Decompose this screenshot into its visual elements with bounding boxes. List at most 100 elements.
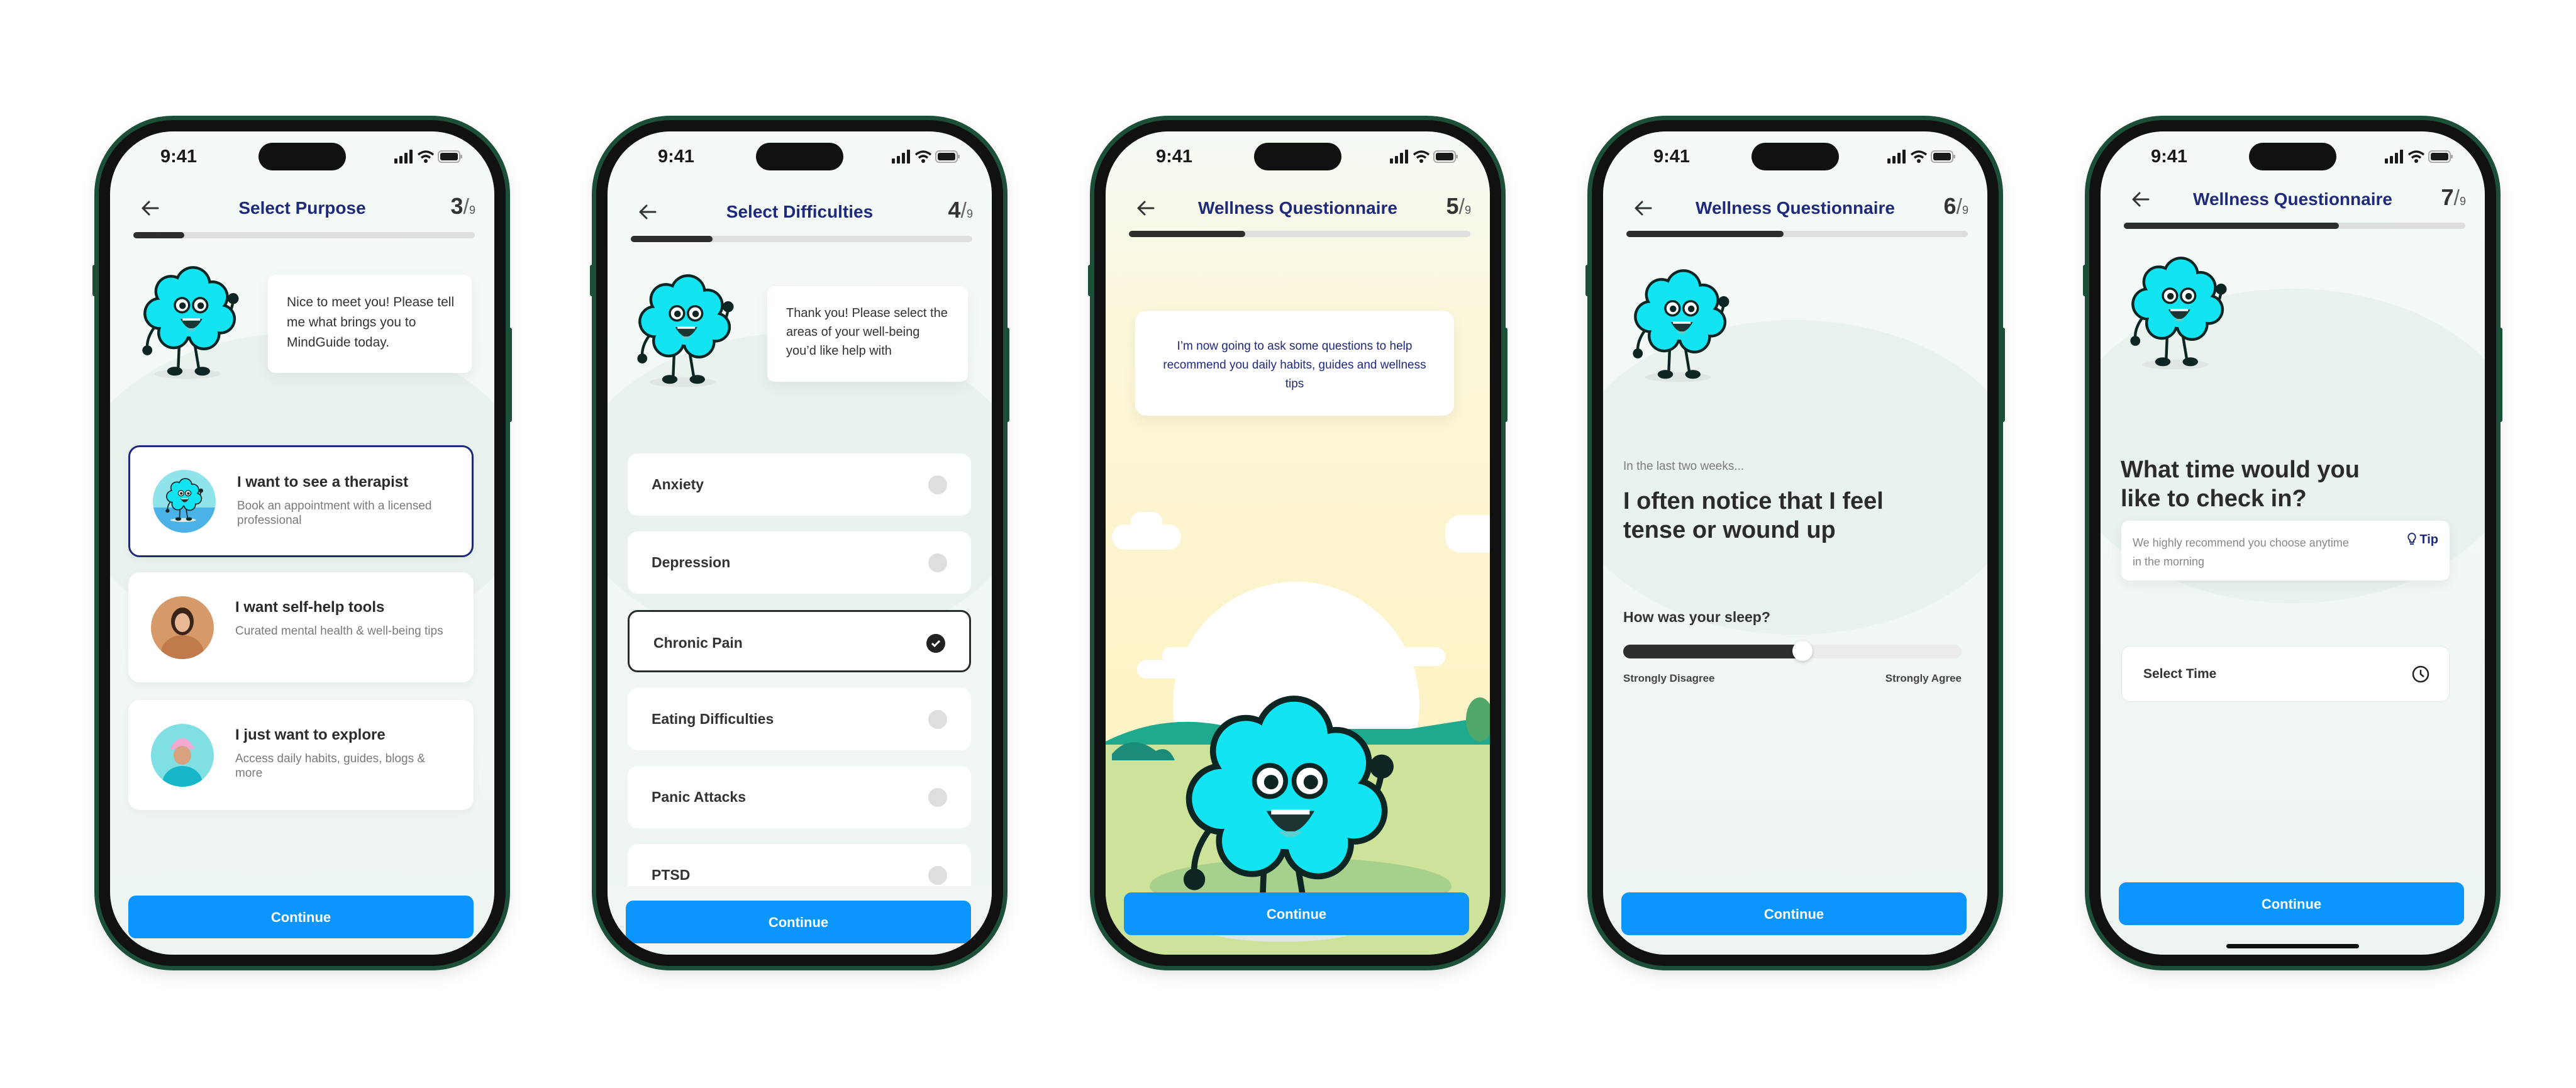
item-label: Eating Difficulties xyxy=(652,711,774,727)
side-button xyxy=(1504,328,1507,422)
step-total: 9 xyxy=(1962,204,1968,216)
option-card-therapist[interactable]: I want to see a therapist Book an appoin… xyxy=(128,445,474,557)
page-title: Wellness Questionnaire xyxy=(2193,189,2392,209)
step-current: 6 xyxy=(1943,193,1957,219)
progress-bar xyxy=(133,232,475,238)
checkmark-icon[interactable] xyxy=(926,634,945,653)
step-counter: 6/9 xyxy=(1943,193,1969,219)
page-title: Wellness Questionnaire xyxy=(1696,198,1895,218)
radio-icon[interactable] xyxy=(928,710,947,729)
progress-bar xyxy=(2124,223,2465,229)
header: Select Purpose 3/9 xyxy=(110,193,494,222)
dynamic-island xyxy=(756,143,843,170)
question-text: What time would you like to check in? xyxy=(2121,457,2360,512)
agreement-slider[interactable] xyxy=(1623,641,1962,661)
phone-wellness-question-7: 9:41 Wellness Questionnaire 7/9 What tim… xyxy=(2083,120,2502,966)
side-button xyxy=(1088,265,1092,296)
status-icons xyxy=(1887,149,1957,164)
slider-label: How was your sleep? xyxy=(1623,609,1770,625)
page-title: Wellness Questionnaire xyxy=(1198,198,1397,218)
difficulty-item[interactable]: Chronic Pain xyxy=(628,610,971,672)
dynamic-island xyxy=(1752,143,1839,170)
item-label: Panic Attacks xyxy=(652,789,746,805)
question-text: I often notice that I feel tense or woun… xyxy=(1623,488,1884,543)
step-counter: 4/9 xyxy=(948,197,974,223)
slider-thumb[interactable] xyxy=(1792,641,1813,661)
progress-bar xyxy=(1129,231,1470,237)
step-counter: 5/9 xyxy=(1446,193,1472,219)
continue-button[interactable]: Continue xyxy=(626,901,971,943)
side-button xyxy=(2499,328,2502,422)
speech-bubble: Thank you! Please select the areas of yo… xyxy=(767,286,968,382)
status-time: 9:41 xyxy=(2151,147,2188,167)
side-button xyxy=(1585,265,1589,296)
screen: 9:41 Select Difficulties 4/9 Thank you! … xyxy=(608,131,992,955)
select-time-field[interactable]: Select Time xyxy=(2121,646,2450,702)
option-title: I want self-help tools xyxy=(235,599,385,616)
status-icons xyxy=(394,149,464,164)
slider-min-label: Strongly Disagree xyxy=(1623,672,1715,684)
side-button xyxy=(1006,328,1009,422)
radio-icon[interactable] xyxy=(928,788,947,807)
status-time: 9:41 xyxy=(1156,147,1193,167)
slider-max-label: Strongly Agree xyxy=(1885,672,1962,684)
side-button xyxy=(508,328,512,422)
continue-button[interactable]: Continue xyxy=(2119,882,2464,925)
brain-mascot xyxy=(630,269,740,391)
continue-button[interactable]: Continue xyxy=(1124,892,1469,935)
screen: 9:41 Wellness Questionnaire 7/9 What tim… xyxy=(2101,131,2485,955)
difficulty-item[interactable]: Panic Attacks xyxy=(628,766,971,828)
side-button xyxy=(2001,328,2005,422)
side-button xyxy=(2083,265,2087,296)
header: Select Difficulties 4/9 xyxy=(608,197,992,226)
option-subtitle: Curated mental health & well-being tips xyxy=(235,624,443,638)
continue-button[interactable]: Continue xyxy=(128,896,474,938)
option-title: I want to see a therapist xyxy=(237,474,409,491)
progress-bar xyxy=(1626,231,1968,237)
continue-button[interactable]: Continue xyxy=(1621,892,1967,935)
progress-bar xyxy=(631,236,972,242)
screen: 9:41 Wellness Questionnaire 6/9 In the l… xyxy=(1603,131,1987,955)
option-card-explore[interactable]: I just want to explore Access daily habi… xyxy=(128,700,474,810)
tip-card: We highly recommend you choose anytime i… xyxy=(2121,521,2450,580)
step-current: 4 xyxy=(948,197,961,223)
item-label: Depression xyxy=(652,554,731,570)
tip-label-text: Tip xyxy=(2419,533,2438,547)
step-current: 3 xyxy=(450,193,464,219)
status-icons xyxy=(892,149,961,164)
radio-icon[interactable] xyxy=(928,553,947,572)
clock-icon[interactable] xyxy=(2411,665,2430,684)
step-current: 7 xyxy=(2441,184,2454,210)
speech-bubble: Nice to meet you! Please tell me what br… xyxy=(268,275,472,373)
screen: 9:41 Select Purpose 3/9 Nice to meet you… xyxy=(110,131,494,955)
brain-mascot xyxy=(1626,264,1736,386)
therapist-avatar-icon xyxy=(153,470,216,533)
brain-mascot xyxy=(135,260,245,383)
page-title: Select Purpose xyxy=(238,198,366,218)
difficulty-item[interactable]: Depression xyxy=(628,531,971,594)
page-title: Select Difficulties xyxy=(726,202,874,221)
option-card-self-help[interactable]: I want self-help tools Curated mental he… xyxy=(128,572,474,682)
option-title: I just want to explore xyxy=(235,726,386,743)
step-counter: 7/9 xyxy=(2441,184,2467,210)
header: Wellness Questionnaire 6/9 xyxy=(1603,193,1987,222)
step-total: 9 xyxy=(1464,204,1471,216)
home-indicator xyxy=(2226,944,2359,948)
lightbulb-icon xyxy=(2407,532,2417,545)
item-label: Chronic Pain xyxy=(653,635,743,651)
radio-icon[interactable] xyxy=(928,866,947,885)
step-counter: 3/9 xyxy=(450,193,476,219)
tip-label: Tip xyxy=(2407,532,2438,547)
self-help-avatar-icon xyxy=(151,596,214,659)
radio-icon[interactable] xyxy=(928,475,947,494)
screen: 9:41 Wellness Questionnaire 5/9 I’m now … xyxy=(1106,131,1490,955)
brain-mascot xyxy=(2123,251,2233,374)
phone-wellness-question-6: 9:41 Wellness Questionnaire 6/9 In the l… xyxy=(1585,120,2005,966)
difficulty-item[interactable]: Eating Difficulties xyxy=(628,688,971,750)
select-time-placeholder: Select Time xyxy=(2143,667,2217,681)
difficulty-item[interactable]: Anxiety xyxy=(628,453,971,516)
phone-select-difficulties: 9:41 Select Difficulties 4/9 Thank you! … xyxy=(590,120,1009,966)
header: Wellness Questionnaire 5/9 xyxy=(1106,193,1490,222)
step-total: 9 xyxy=(2459,195,2466,208)
header: Wellness Questionnaire 7/9 xyxy=(2101,184,2485,213)
